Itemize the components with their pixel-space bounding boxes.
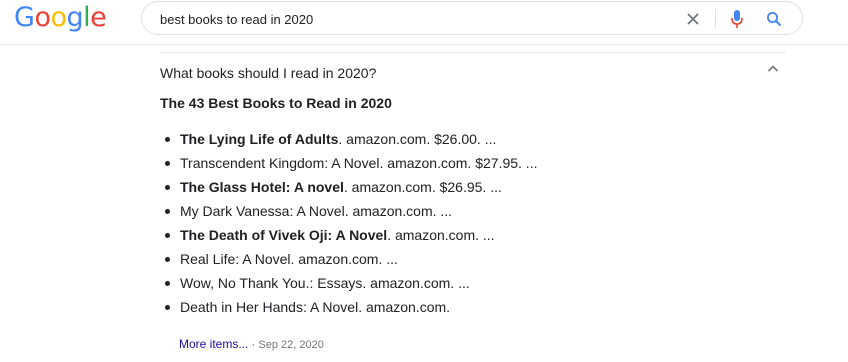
item-detail: . amazon.com. ... <box>290 251 398 267</box>
search-input[interactable] <box>160 10 660 28</box>
people-also-ask-item: What books should I read in 2020? The 43… <box>160 52 786 351</box>
chevron-up-icon[interactable] <box>765 61 781 77</box>
item-detail: . amazon.com. ... <box>387 227 495 243</box>
item-detail: . amazon.com. <box>358 299 451 315</box>
list-item: Transcendent Kingdom: A Novel. amazon.co… <box>160 151 537 175</box>
list-item: Real Life: A Novel. amazon.com. ... <box>160 247 537 271</box>
item-title: Death in Her Hands: A Novel <box>180 299 359 315</box>
logo-letter: l <box>83 2 91 33</box>
clear-icon[interactable] <box>685 11 701 27</box>
header: Google <box>0 0 848 45</box>
list-item: The Lying Life of Adults. amazon.com. $2… <box>160 127 537 151</box>
separator-dot: · <box>251 337 256 351</box>
item-detail: . amazon.com. ... <box>362 275 470 291</box>
item-title: The Glass Hotel: A novel <box>180 179 344 195</box>
more-items-link[interactable]: More items... <box>179 337 248 351</box>
item-title: My Dark Vanessa: A Novel <box>180 203 345 219</box>
answer-list: The Lying Life of Adults. amazon.com. $2… <box>160 127 537 319</box>
item-title: Transcendent Kingdom: A Novel <box>180 155 380 171</box>
list-item: The Glass Hotel: A novel. amazon.com. $2… <box>160 175 537 199</box>
faq-question[interactable]: What books should I read in 2020? <box>160 65 376 81</box>
list-item: The Death of Vivek Oji: A Novel. amazon.… <box>160 223 537 247</box>
answer-title: The 43 Best Books to Read in 2020 <box>160 95 392 111</box>
item-detail: . amazon.com. $26.00. ... <box>338 131 497 147</box>
logo-letter: g <box>66 2 84 33</box>
logo-letter: e <box>90 2 107 33</box>
logo-letter: o <box>50 2 67 33</box>
item-title: Wow, No Thank You.: Essays <box>180 275 363 291</box>
item-detail: . amazon.com. $27.95. ... <box>379 155 538 171</box>
search-icon[interactable] <box>766 11 782 27</box>
result-date: Sep 22, 2020 <box>258 339 324 351</box>
item-detail: . amazon.com. ... <box>344 203 453 219</box>
item-title: Real Life: A Novel <box>180 251 291 267</box>
item-detail: . amazon.com. $26.95. ... <box>343 179 502 195</box>
list-item: Wow, No Thank You.: Essays. amazon.com. … <box>160 271 537 295</box>
more-items-row: More items... · Sep 22, 2020 <box>179 337 324 351</box>
list-item: Death in Her Hands: A Novel. amazon.com. <box>160 295 537 319</box>
search-divider <box>715 9 716 29</box>
list-item: My Dark Vanessa: A Novel. amazon.com. ..… <box>160 199 537 223</box>
search-box <box>141 1 803 35</box>
google-logo[interactable]: Google <box>14 2 107 33</box>
item-title: The Death of Vivek Oji: A Novel <box>180 227 388 243</box>
logo-letter: o <box>34 2 51 33</box>
logo-letter: G <box>14 2 35 33</box>
mic-icon[interactable] <box>730 9 744 29</box>
item-title: The Lying Life of Adults <box>180 131 339 147</box>
